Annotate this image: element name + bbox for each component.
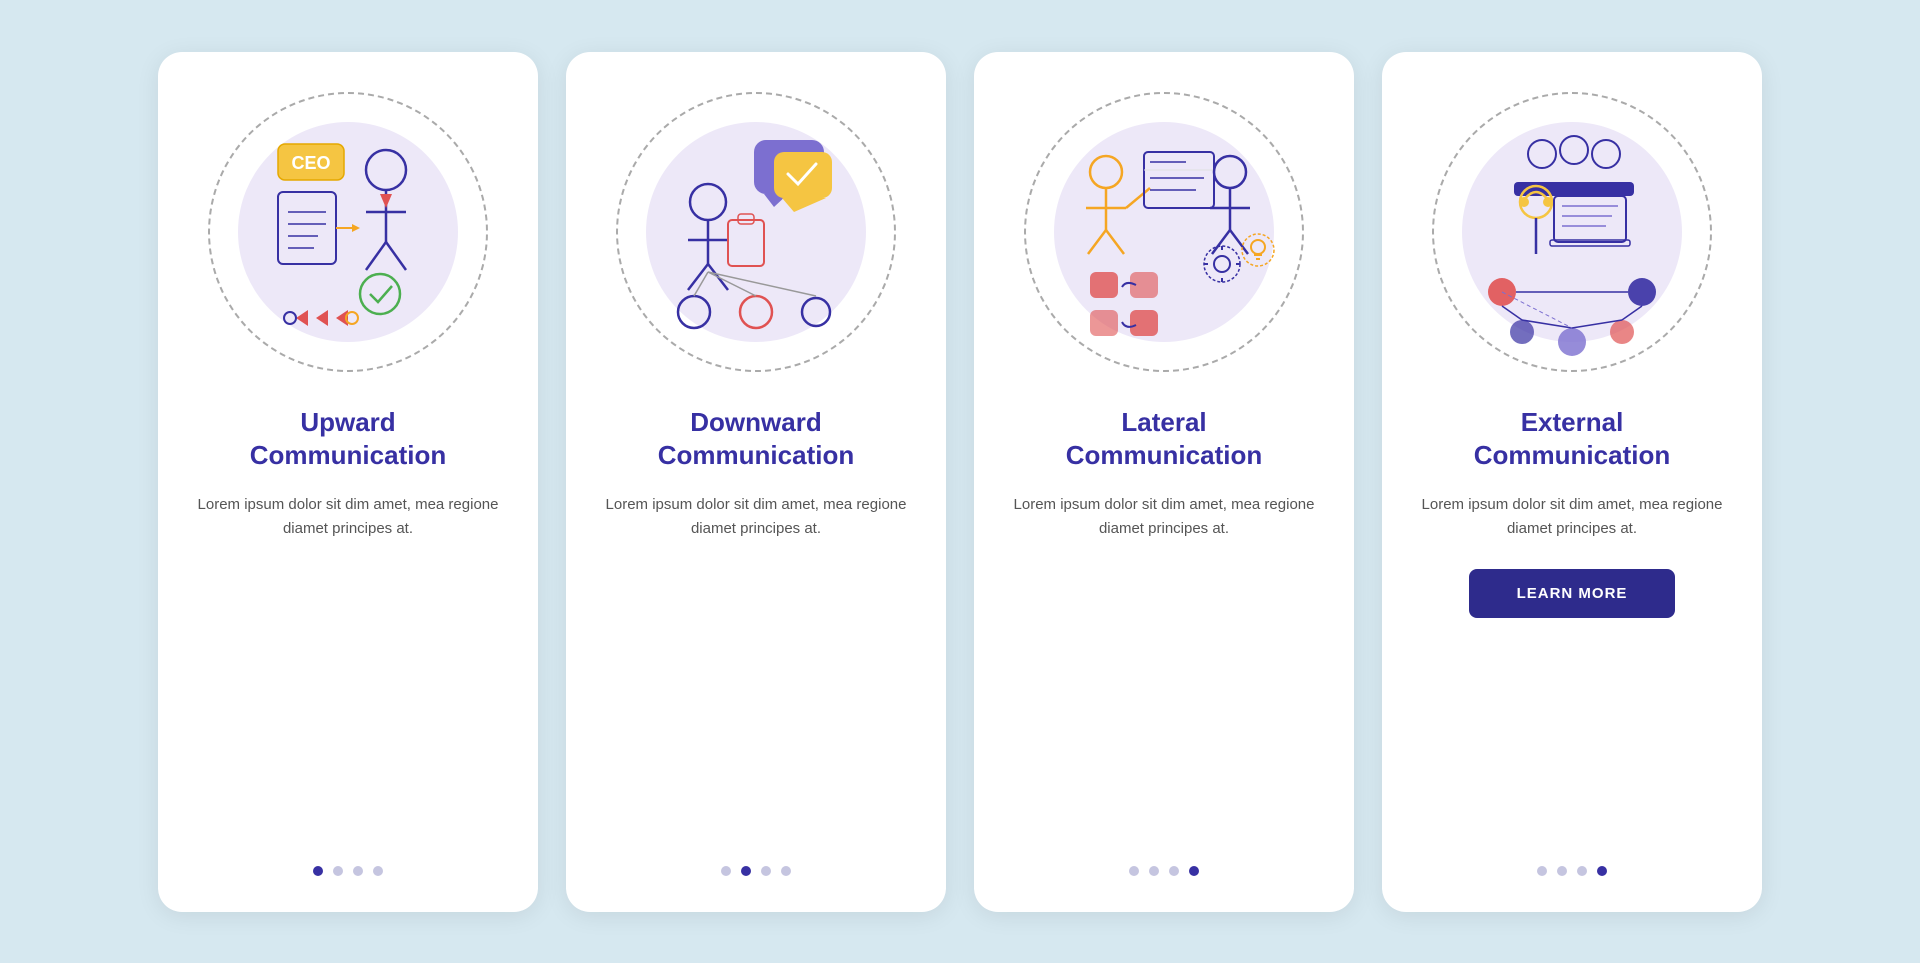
upward-dots (313, 866, 383, 876)
external-dots (1537, 866, 1607, 876)
upward-text: Lorem ipsum dolor sit dim amet, mea regi… (190, 493, 506, 541)
upward-svg: CEO (218, 102, 478, 362)
illustration-external (1422, 82, 1722, 382)
upward-title: UpwardCommunication (250, 406, 446, 474)
card-upward: CEO (158, 52, 538, 912)
svg-text:CEO: CEO (291, 153, 330, 173)
lateral-dots (1129, 866, 1199, 876)
cards-container: CEO (118, 12, 1802, 952)
external-svg (1442, 102, 1702, 362)
dot-4[interactable] (373, 866, 383, 876)
card-external: ExternalCommunication Lorem ipsum dolor … (1382, 52, 1762, 912)
lateral-title: LateralCommunication (1066, 406, 1262, 474)
external-text: Lorem ipsum dolor sit dim amet, mea regi… (1414, 493, 1730, 541)
dot-4[interactable] (1189, 866, 1199, 876)
illustration-downward: ? (606, 82, 906, 382)
dot-2[interactable] (741, 866, 751, 876)
dot-2[interactable] (1557, 866, 1567, 876)
card-downward: ? (566, 52, 946, 912)
dot-1[interactable] (1129, 866, 1139, 876)
downward-svg: ? (626, 102, 886, 362)
dot-1[interactable] (1537, 866, 1547, 876)
downward-title: DownwardCommunication (658, 406, 854, 474)
dot-1[interactable] (721, 866, 731, 876)
lateral-text: Lorem ipsum dolor sit dim amet, mea regi… (1006, 493, 1322, 541)
dot-4[interactable] (1597, 866, 1607, 876)
learn-more-button[interactable]: LEARN MORE (1469, 569, 1676, 618)
card-lateral: LateralCommunication Lorem ipsum dolor s… (974, 52, 1354, 912)
dot-3[interactable] (1577, 866, 1587, 876)
dot-2[interactable] (1149, 866, 1159, 876)
dot-3[interactable] (353, 866, 363, 876)
illustration-upward: CEO (198, 82, 498, 382)
dot-2[interactable] (333, 866, 343, 876)
dot-3[interactable] (761, 866, 771, 876)
downward-text: Lorem ipsum dolor sit dim amet, mea regi… (598, 493, 914, 541)
external-title: ExternalCommunication (1474, 406, 1670, 474)
dot-1[interactable] (313, 866, 323, 876)
illustration-lateral (1014, 82, 1314, 382)
downward-dots (721, 866, 791, 876)
dot-4[interactable] (781, 866, 791, 876)
dot-3[interactable] (1169, 866, 1179, 876)
lateral-svg (1034, 102, 1294, 362)
